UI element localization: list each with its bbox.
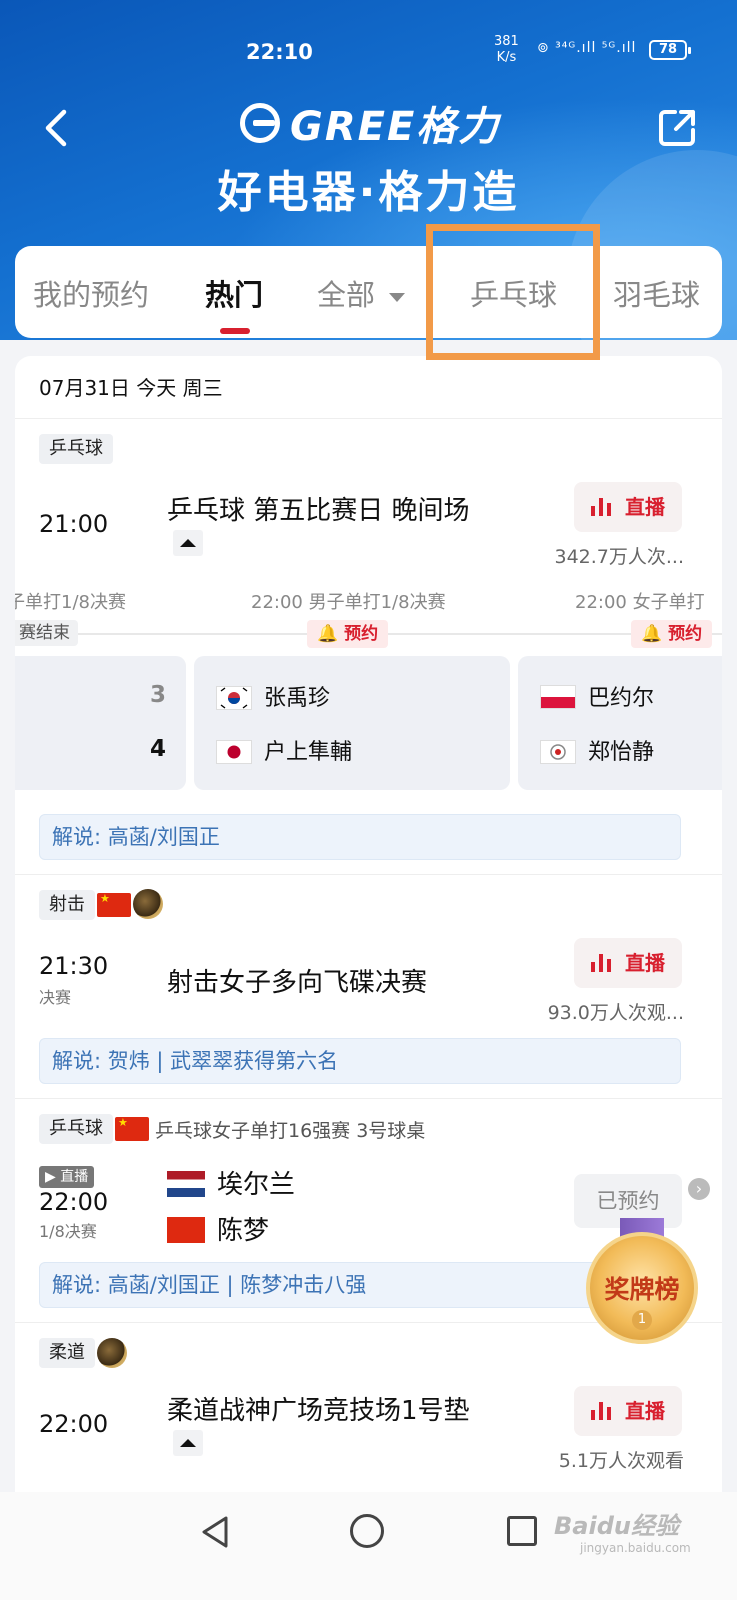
match-timeline[interactable]: 子单打1/8决赛 22:00 男子单打1/8决赛 22:00 女子单打 — [15, 588, 722, 618]
match-status-badge: 赛结束 — [15, 620, 78, 646]
brand-logo: GREE格力 — [240, 98, 500, 150]
sport-tag: 乒乓球 — [39, 434, 113, 464]
match-card[interactable]: 张禹珍 户上隼輔 — [194, 656, 510, 790]
event-title[interactable]: 乒乓球 第五比赛日 晚间场 — [167, 490, 470, 527]
match-time-label: 22:00 男子单打1/8决赛 — [251, 592, 446, 613]
event-stage: 1/8决赛 — [39, 1222, 97, 1241]
viewer-count: 342.7万人次... — [554, 546, 684, 568]
status-time: 22:10 — [246, 40, 313, 64]
medal-table-badge[interactable]: 奖牌榜 1 — [586, 1218, 698, 1354]
player-row: 郑怡静 — [540, 734, 654, 766]
remind-button[interactable]: 🔔 预约 — [307, 620, 389, 648]
live-bars-icon — [591, 954, 617, 972]
divider — [15, 874, 722, 875]
divider — [15, 418, 722, 419]
tab-all-label: 全部 — [317, 278, 376, 312]
viewer-count: 93.0万人次观... — [547, 1002, 684, 1024]
sport-tag: 乒乓球 — [39, 1114, 113, 1144]
slogan: 好电器·格力造 — [217, 167, 520, 218]
live-button[interactable]: 直播 — [574, 1386, 682, 1436]
live-bars-icon — [591, 498, 617, 516]
score: 3 — [149, 682, 166, 708]
event-title[interactable]: 射击女子多向飞碟决赛 — [167, 962, 427, 999]
event-time: 22:00 — [39, 1188, 109, 1216]
baidu-watermark: Baidu经验 jingyan.baidu.com — [554, 1512, 691, 1555]
live-badge: ▶ 直播 — [39, 1166, 95, 1188]
match-headline: 乒乓球女子单打16强赛 3号球桌 — [155, 1120, 426, 1142]
flag-china-icon — [115, 1117, 149, 1141]
flag-korea-icon — [216, 686, 252, 710]
live-button[interactable]: 直播 — [574, 482, 682, 532]
live-bars-icon — [591, 1402, 617, 1420]
expand-arrow-icon[interactable] — [173, 1430, 203, 1456]
sport-tag: 射击 — [39, 890, 95, 920]
tab-table-tennis[interactable]: 乒乓球 — [470, 272, 557, 314]
team-row: 埃尔兰 — [167, 1164, 295, 1201]
medal-rank: 1 — [632, 1310, 652, 1330]
commentary-bar[interactable]: 解说: 高菡/刘国正 | 陈梦冲击八强 — [39, 1262, 681, 1308]
chevron-down-icon — [389, 292, 406, 302]
commentary-bar[interactable]: 解说: 高菡/刘国正 — [39, 814, 681, 860]
score: 4 — [149, 736, 166, 762]
live-button[interactable]: 直播 — [574, 938, 682, 988]
event-title[interactable]: 柔道战神广场竞技场1号垫 — [167, 1390, 470, 1427]
match-time-label: 子单打1/8决赛 — [15, 592, 126, 613]
sport-tag: 柔道 — [39, 1338, 95, 1368]
gold-medal-icon — [133, 889, 163, 919]
tab-badminton[interactable]: 羽毛球 — [613, 272, 700, 314]
chevron-right-icon[interactable]: › — [688, 1178, 710, 1200]
divider — [15, 1098, 722, 1099]
nav-recents-icon[interactable] — [507, 1516, 537, 1546]
tab-my-bookings[interactable]: 我的预约 — [33, 272, 149, 314]
match-card[interactable]: 巴约尔 郑怡静 — [518, 656, 722, 790]
event-stage: 决赛 — [39, 988, 72, 1007]
nav-back-icon[interactable] — [198, 1514, 232, 1550]
event-time: 22:00 — [39, 1410, 109, 1438]
match-time-label: 22:00 女子单打 — [575, 592, 705, 613]
network-speed: 381 K/s — [494, 34, 519, 65]
event-time: 21:00 — [39, 510, 109, 538]
tab-all[interactable]: 全部 — [317, 272, 406, 314]
category-tabs: 我的预约 热门 全部 乒乓球 羽毛球 — [15, 246, 722, 338]
gree-mark-icon — [240, 103, 280, 143]
battery-icon: 78 — [649, 40, 691, 60]
event-time: 21:30 — [39, 952, 109, 980]
signal-icon: ⊚ ³⁴ᴳ.ıll ⁵ᴳ.ıll — [537, 40, 637, 56]
remind-button[interactable]: 🔔 预约 — [631, 620, 713, 648]
flag-netherlands-icon — [167, 1171, 205, 1197]
share-icon[interactable] — [655, 106, 699, 150]
player-row: 巴约尔 — [540, 680, 654, 712]
nav-home-icon[interactable] — [350, 1514, 384, 1548]
medal-table-label: 奖牌榜 — [604, 1275, 680, 1304]
flag-taipei-icon — [540, 740, 576, 764]
viewer-count: 5.1万人次观看 — [558, 1450, 684, 1472]
commentary-bar[interactable]: 解说: 贺炜 | 武翠翠获得第六名 — [39, 1038, 681, 1084]
date-header: 07月31日 今天 周三 — [39, 376, 223, 400]
player-row: 张禹珍 — [216, 680, 330, 712]
brand-name: GREE格力 — [290, 104, 501, 150]
back-arrow-icon[interactable] — [38, 106, 78, 150]
flag-japan-icon — [216, 740, 252, 764]
status-bar: 22:10 381 K/s ⊚ ³⁴ᴳ.ıll ⁵ᴳ.ıll 78 — [0, 34, 737, 68]
active-tab-indicator — [220, 328, 250, 334]
player-row: 户上隼輔 — [216, 734, 352, 766]
flag-china-icon — [97, 893, 131, 917]
expand-arrow-icon[interactable] — [173, 530, 203, 556]
flag-china-icon — [167, 1217, 205, 1243]
match-card[interactable]: 3 4 — [15, 656, 186, 790]
team-row: 陈梦 — [167, 1210, 269, 1247]
gold-medal-icon — [97, 1338, 127, 1368]
tab-hot[interactable]: 热门 — [205, 272, 263, 314]
flag-poland-icon — [540, 685, 576, 709]
